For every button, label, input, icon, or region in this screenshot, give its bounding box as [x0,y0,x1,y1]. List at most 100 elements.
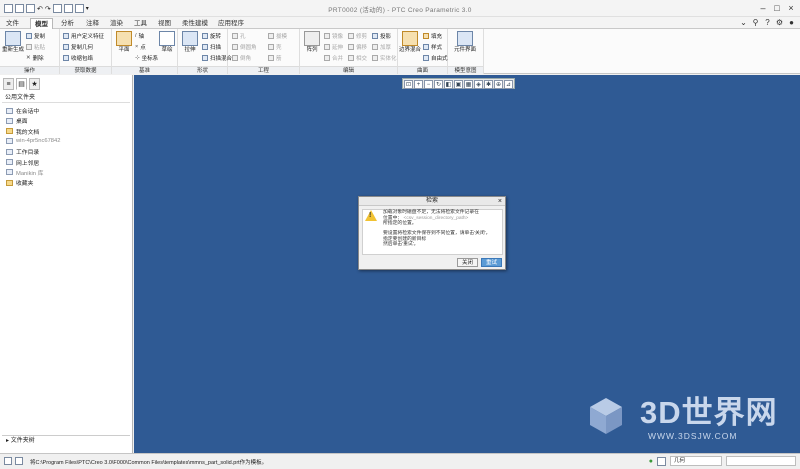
group-label-operations[interactable]: 操作 [0,66,59,74]
merge-button[interactable]: 合并 [324,54,343,62]
paste-button[interactable]: 粘贴 [26,43,45,51]
pattern-icon [304,31,320,46]
group-label-datum[interactable]: 基准 [112,66,177,74]
tab-annotate[interactable]: 注释 [82,18,103,29]
folder-tree-toggle[interactable]: ▸ 文件夹树 [2,435,130,445]
tab-flexible-modeling[interactable]: 柔性建模 [178,18,212,29]
search-icon[interactable]: ⚲ [751,18,760,27]
settings-icon[interactable]: ⚙ [775,18,784,27]
draft-button[interactable]: 拔模 [268,32,287,40]
thicken-button[interactable]: 加厚 [372,43,391,51]
chamfer-icon [232,55,238,61]
rib-button[interactable]: 筋 [268,54,282,62]
plane-button[interactable]: 平面 [113,31,135,53]
axis-button[interactable]: / 轴 [135,32,144,40]
minimize-button[interactable]: – [756,2,770,14]
solidify-button[interactable]: 实体化 [372,54,397,62]
watermark-url: WWW.3DSJW.COM [648,431,738,441]
tab-file[interactable]: 文件 [2,18,23,29]
chamfer-button[interactable]: 倒角 [232,54,251,62]
folder-browser-tab-icon[interactable]: ▤ [16,78,27,90]
dialog-close-icon[interactable]: × [498,197,502,206]
tab-applications[interactable]: 应用程序 [214,18,248,29]
watermark: 3D世界网 WWW.3DSJW.COM [588,392,788,447]
project-button[interactable]: 投影 [372,32,391,40]
revolve-button[interactable]: 旋转 [202,32,221,40]
delete-button[interactable]: ✕ 删除 [26,54,44,62]
zoom-out-icon[interactable]: − [424,80,433,89]
copy-geometry-button[interactable]: 复制几何 [63,43,93,51]
zoom-in-icon[interactable]: + [414,80,423,89]
dialog-close-button[interactable]: 关闭 [457,258,478,267]
group-label-engineering[interactable]: 工程 [228,66,299,74]
folder-item[interactable]: 网上邻居 [6,158,39,167]
group-model-intent: 元件界面 模型意图 [448,29,484,74]
selection-filter-icon[interactable] [657,456,666,466]
datum-display-icon[interactable]: ✱ [484,80,493,89]
coord-sys-button[interactable]: ⊹ 坐标系 [135,54,158,62]
model-tree-tab-icon[interactable]: ≡ [3,78,14,90]
offset-button[interactable]: 偏移 [348,43,367,51]
group-label-editing[interactable]: 编辑 [300,66,397,74]
copy-button[interactable]: 复制 [26,32,45,40]
tab-render[interactable]: 渲染 [106,18,127,29]
user-defined-feature-button[interactable]: 用户定义特征 [63,32,104,40]
regenerate-button[interactable]: 重新生成 [2,31,24,53]
folder-item[interactable]: 我的文档 [6,127,39,136]
display-style-icon[interactable]: ◧ [444,80,453,89]
group-label-surfaces[interactable]: 曲面 [398,66,447,74]
trim-button[interactable]: 修剪 [348,32,367,40]
status-icons [4,457,23,465]
intersect-icon [348,55,354,61]
extrude-button[interactable]: 拉伸 [179,31,201,53]
view-manager-icon[interactable]: ▦ [464,80,473,89]
sketch-button[interactable]: 草绘 [156,31,178,53]
pattern-button[interactable]: 阵列 [301,31,323,53]
selection-filter-dropdown[interactable]: 几何 [670,456,722,466]
intersect-button[interactable]: 相交 [348,54,367,62]
folder-item[interactable]: win-4pr5nc67842 [6,137,60,146]
folder-item[interactable]: Manikin 库 [6,168,43,177]
folder-label: win-4pr5nc67842 [16,138,61,145]
shell-button[interactable]: 壳 [268,43,282,51]
navigator-toggle-icon[interactable] [4,457,12,465]
maximize-button[interactable]: □ [770,2,784,14]
sweep-button[interactable]: 扫描 [202,43,221,51]
perspective-icon[interactable]: ◈ [474,80,483,89]
point-button[interactable]: × 点 [135,43,146,51]
extend-button[interactable]: 延伸 [324,43,343,51]
collapse-ribbon-icon[interactable]: ⌄ [739,18,748,27]
round-button[interactable]: 倒圆角 [232,43,257,51]
hole-button[interactable]: 孔 [232,32,246,40]
axis-icon: / [135,33,137,39]
favorites-tab-icon[interactable]: ★ [29,78,40,90]
group-label-model-intent[interactable]: 模型意图 [448,66,483,74]
refit-icon[interactable]: ⊡ [404,80,413,89]
boundary-blend-button[interactable]: 边界混合 [399,31,421,53]
folder-item[interactable]: 桌面 [6,116,28,125]
folder-item[interactable]: 在会话中 [6,106,39,115]
tab-tools[interactable]: 工具 [130,18,151,29]
spin-center-icon[interactable]: ⊕ [494,80,503,89]
tab-view[interactable]: 视图 [154,18,175,29]
dialog-retry-button[interactable]: 重试 [481,258,502,267]
style-button[interactable]: 样式 [423,43,442,51]
tab-analysis[interactable]: 分析 [57,18,78,29]
freestyle-button[interactable]: 自由式 [423,54,448,62]
tab-model[interactable]: 模型 [30,18,53,29]
saved-orientations-icon[interactable]: ▣ [454,80,463,89]
repaint-icon[interactable]: ↻ [434,80,443,89]
browser-toggle-icon[interactable] [15,457,23,465]
options-icon[interactable]: ● [787,18,796,27]
close-button[interactable]: × [784,2,798,14]
shrinkwrap-button[interactable]: 收缩包络 [63,54,93,62]
group-label-shapes[interactable]: 形状 [178,66,227,74]
annotation-display-icon[interactable]: ⊿ [504,80,513,89]
folder-item[interactable]: 收藏夹 [6,178,33,187]
mirror-button[interactable]: 镜像 [324,32,343,40]
help-icon[interactable]: ? [763,18,772,27]
group-label-get-data[interactable]: 获取数据 [60,66,111,74]
folder-item[interactable]: 工作目录 [6,147,39,156]
component-interface-button[interactable]: 元件界面 [454,31,476,53]
fill-button[interactable]: 填充 [423,32,442,40]
